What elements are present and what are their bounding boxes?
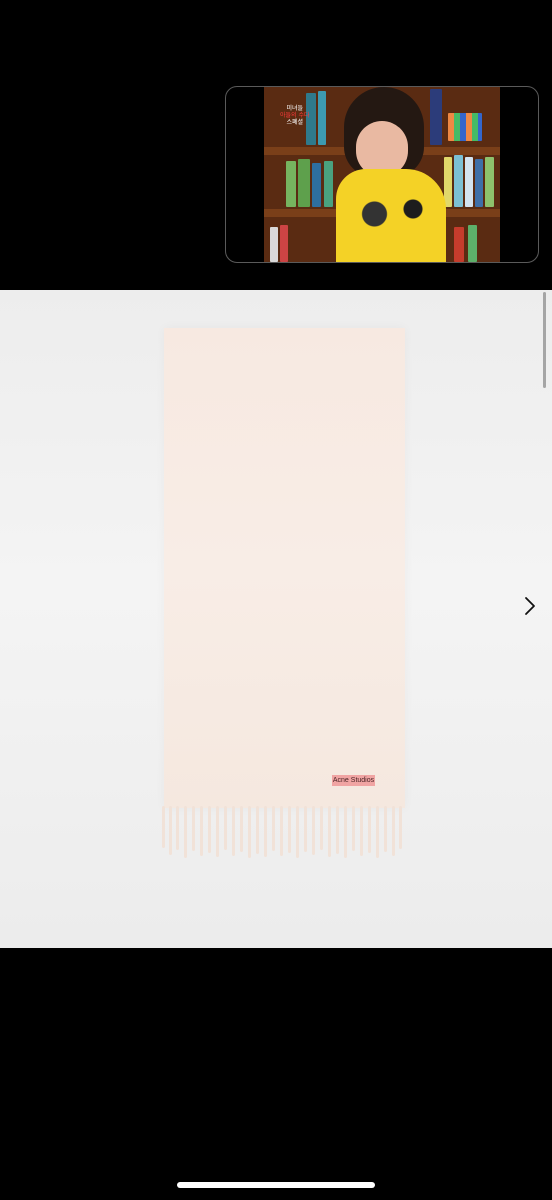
fringe-strand bbox=[248, 806, 251, 858]
fringe-strand bbox=[352, 806, 355, 851]
fringe-strand bbox=[272, 806, 275, 851]
fringe-strand bbox=[392, 806, 395, 856]
fringe-strand bbox=[184, 806, 187, 858]
fringe-strand bbox=[304, 806, 307, 852]
caption-line: 미녀들 bbox=[286, 105, 304, 112]
book bbox=[468, 225, 477, 262]
fringe-strand bbox=[344, 806, 347, 858]
chevron-right-icon bbox=[525, 597, 535, 615]
caption-line: 스폐셜 bbox=[286, 119, 304, 126]
fringe-strand bbox=[169, 806, 172, 855]
scarf-image bbox=[164, 328, 405, 808]
fringe-strand bbox=[368, 806, 371, 853]
book bbox=[270, 227, 278, 262]
book bbox=[485, 157, 494, 207]
book bbox=[280, 225, 288, 262]
fringe-strand bbox=[264, 806, 267, 857]
book bbox=[298, 159, 310, 207]
fringe-strand bbox=[376, 806, 379, 858]
fringe-strand bbox=[280, 806, 283, 856]
caption-line: 아들의 수다 bbox=[280, 112, 310, 119]
scarf-fringe bbox=[160, 806, 404, 862]
fringe-strand bbox=[192, 806, 195, 851]
brand-label: Acne Studios bbox=[332, 775, 375, 786]
book bbox=[312, 163, 321, 207]
product-image-viewer[interactable]: Acne Studios bbox=[0, 290, 552, 948]
fringe-strand bbox=[384, 806, 387, 852]
scrollbar[interactable] bbox=[543, 292, 546, 388]
person-shirt bbox=[336, 169, 446, 262]
fringe-strand bbox=[336, 806, 339, 854]
book bbox=[465, 157, 473, 207]
fringe-strand bbox=[200, 806, 203, 856]
book bbox=[475, 159, 483, 207]
book bbox=[324, 161, 333, 207]
book bbox=[430, 89, 442, 145]
book bbox=[444, 157, 452, 207]
book bbox=[454, 227, 464, 262]
fringe-strand bbox=[312, 806, 315, 855]
fringe-strand bbox=[360, 806, 363, 856]
fringe-strand bbox=[208, 806, 211, 853]
book bbox=[286, 161, 296, 207]
fringe-strand bbox=[216, 806, 219, 857]
home-indicator[interactable] bbox=[177, 1182, 375, 1188]
video-frame: 미녀들 아들의 수다 스폐셜 bbox=[264, 87, 500, 262]
fringe-strand bbox=[296, 806, 299, 858]
picture-in-picture-video[interactable]: 미녀들 아들의 수다 스폐셜 bbox=[225, 86, 539, 263]
colorful-box bbox=[448, 113, 482, 141]
fringe-strand bbox=[288, 806, 291, 853]
fringe-strand bbox=[232, 806, 235, 856]
fringe-strand bbox=[399, 806, 402, 849]
fringe-strand bbox=[176, 806, 179, 850]
next-image-button[interactable] bbox=[518, 590, 542, 622]
fringe-strand bbox=[320, 806, 323, 850]
fringe-strand bbox=[224, 806, 227, 850]
fringe-strand bbox=[162, 806, 165, 848]
screen: 미녀들 아들의 수다 스폐셜 Acne Studios bbox=[0, 0, 552, 1200]
video-caption: 미녀들 아들의 수다 스폐셜 bbox=[280, 105, 310, 126]
fringe-strand bbox=[328, 806, 331, 857]
fringe-strand bbox=[256, 806, 259, 854]
book bbox=[454, 155, 463, 207]
book bbox=[318, 91, 326, 145]
fringe-strand bbox=[240, 806, 243, 852]
